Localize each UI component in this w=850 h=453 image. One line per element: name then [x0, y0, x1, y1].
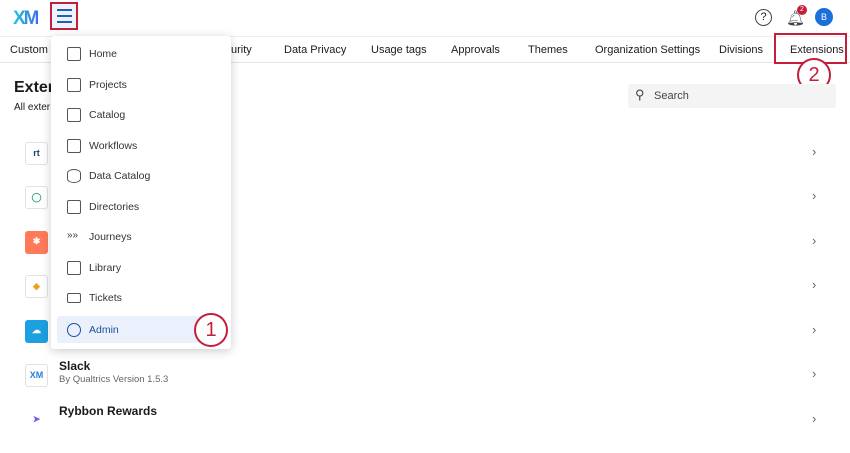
menu-label: Directories [89, 200, 140, 213]
page-subtitle: All exter [14, 102, 51, 113]
tab-divisions[interactable]: Divisions [719, 44, 763, 56]
ticket-icon [67, 292, 81, 303]
menu-label: Admin [89, 323, 119, 336]
avatar[interactable]: B [815, 8, 833, 26]
menu-label: Home [89, 47, 118, 60]
extension-meta: By Qualtrics Version 1.5.3 [59, 374, 169, 385]
catalog-icon [67, 107, 81, 122]
extension-icon: ◆ [25, 275, 48, 298]
chevron-right-icon[interactable]: › [812, 411, 816, 426]
journeys-icon: »» [67, 229, 79, 241]
menu-item-projects[interactable]: Projects [57, 71, 225, 98]
menu-label: Journeys [89, 230, 132, 243]
search-input[interactable]: ⚲ Search [628, 84, 836, 108]
search-placeholder: Search [654, 90, 689, 102]
menu-label: Data Catalog [89, 169, 151, 182]
library-icon [67, 260, 81, 275]
top-bar: XM ? 🔔︎ 2 B [0, 0, 850, 36]
menu-item-library[interactable]: Library [57, 254, 225, 281]
tab-themes[interactable]: Themes [528, 44, 568, 56]
chevron-right-icon[interactable]: › [812, 144, 816, 159]
chevron-right-icon[interactable]: › [812, 188, 816, 203]
list-item[interactable]: ➤ Rybbon Rewards › [0, 404, 850, 453]
directories-icon [67, 199, 81, 214]
xm-logo[interactable]: XM [13, 8, 39, 30]
database-icon [67, 168, 81, 183]
menu-label: Projects [89, 78, 127, 91]
list-item[interactable]: XM Slack By Qualtrics Version 1.5.3 › [0, 359, 850, 408]
home-icon [67, 46, 81, 61]
chevron-right-icon[interactable]: › [812, 277, 816, 292]
gears-icon [67, 322, 81, 337]
help-icon[interactable]: ? [755, 9, 772, 26]
menu-item-directories[interactable]: Directories [57, 193, 225, 220]
menu-item-workflows[interactable]: Workflows [57, 132, 225, 159]
rybbon-icon: ➤ [32, 414, 41, 424]
notification-badge: 2 [797, 5, 807, 15]
menu-label: Library [89, 261, 122, 274]
hamburger-menu-button[interactable] [50, 2, 78, 30]
extension-icon: ◯ [25, 186, 48, 209]
salesforce-icon: ☁ [25, 320, 48, 343]
menu-label: Tickets [89, 291, 122, 304]
menu-item-catalog[interactable]: Catalog [57, 101, 225, 128]
tab-organization-settings[interactable]: Organization Settings [595, 44, 700, 56]
extension-name: Rybbon Rewards [59, 404, 158, 418]
workflows-icon [67, 138, 81, 153]
xm-icon: XM [25, 364, 48, 387]
menu-item-journeys[interactable]: »» Journeys [57, 223, 225, 250]
tab-usage-tags[interactable]: Usage tags [371, 44, 427, 56]
chevron-right-icon[interactable]: › [812, 322, 816, 337]
menu-label: Catalog [89, 108, 126, 121]
menu-label: Workflows [89, 139, 138, 152]
chevron-right-icon[interactable]: › [812, 233, 816, 248]
tab-approvals[interactable]: Approvals [451, 44, 500, 56]
extension-icon: rt [25, 142, 48, 165]
menu-item-data-catalog[interactable]: Data Catalog [57, 162, 225, 189]
extension-name: Slack [59, 359, 91, 373]
search-icon: ⚲ [635, 87, 645, 102]
hubspot-icon: ✱ [25, 231, 48, 254]
menu-item-home[interactable]: Home [57, 40, 225, 67]
navigation-menu: Home Projects Catalog Workflows Data Cat… [51, 36, 231, 349]
tab-data-privacy[interactable]: Data Privacy [284, 44, 346, 56]
tab-security[interactable]: urity [231, 44, 252, 56]
menu-item-tickets[interactable]: Tickets [57, 284, 225, 311]
callout-1: 1 [194, 313, 228, 347]
chevron-right-icon[interactable]: › [812, 366, 816, 381]
projects-icon [67, 77, 81, 92]
